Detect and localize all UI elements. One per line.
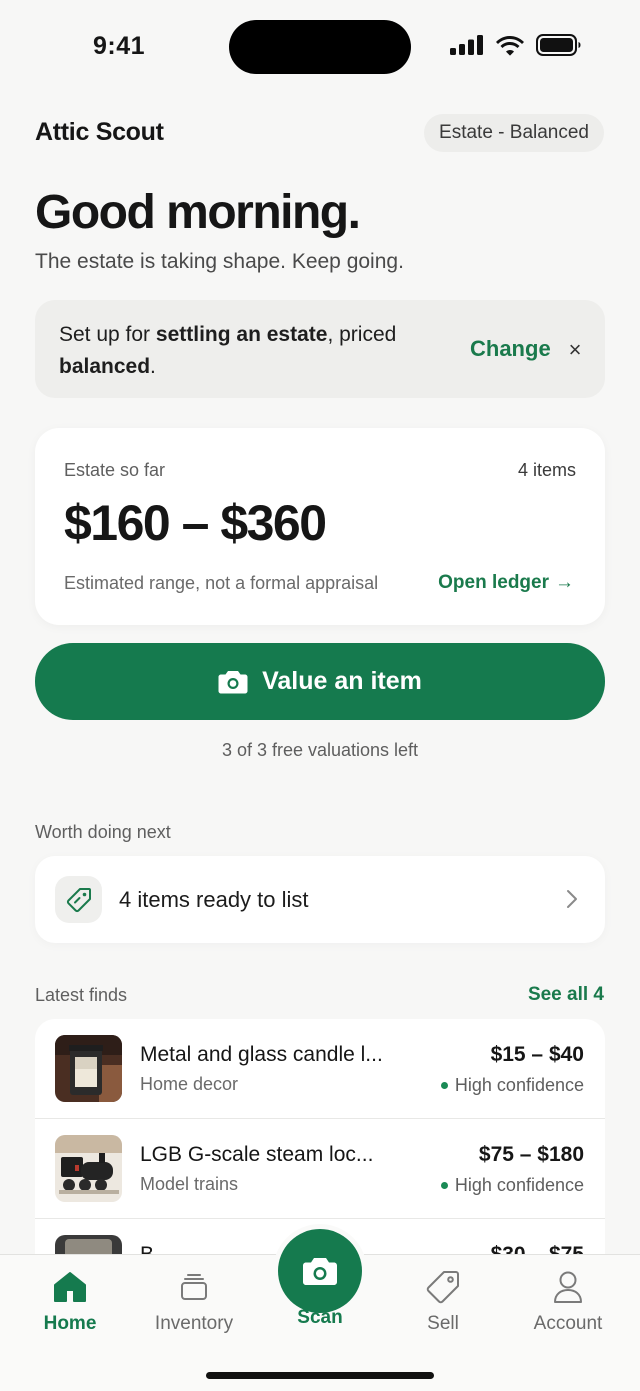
estate-summary-card: Estate so far 4 items $160 – $360 Estima… <box>35 428 605 625</box>
tag-icon <box>55 876 102 923</box>
greeting-subtitle: The estate is taking shape. Keep going. <box>35 250 404 273</box>
item-name: Metal and glass candle l... <box>140 1043 383 1066</box>
tab-inventory[interactable]: Inventory <box>139 1269 249 1335</box>
item-category: Model trains <box>140 1174 239 1194</box>
dynamic-island <box>229 20 411 74</box>
ready-to-list-text: 4 items ready to list <box>119 887 309 912</box>
open-ledger-link[interactable]: Open ledger → <box>438 572 574 594</box>
person-icon <box>513 1269 623 1305</box>
camera-icon <box>303 1258 337 1285</box>
item-confidence: High confidence <box>440 1175 584 1196</box>
list-item[interactable]: Metal and glass candle l... Home decor $… <box>35 1019 605 1119</box>
status-time: 9:41 <box>93 32 146 60</box>
tab-account-label: Account <box>533 1313 603 1334</box>
free-valuations-left: 3 of 3 free valuations left <box>221 740 419 760</box>
value-item-button[interactable]: Value an item <box>35 643 605 720</box>
estate-item-count: 4 items <box>517 460 576 480</box>
arrow-right-icon: → <box>555 572 574 593</box>
setup-text-suffix: . <box>150 355 156 378</box>
close-icon[interactable]: × <box>565 336 585 364</box>
change-setup-button[interactable]: Change <box>470 336 551 362</box>
value-item-label: Value an item <box>262 667 422 695</box>
confidence-dot-icon <box>440 1182 448 1189</box>
battery-icon <box>536 34 581 56</box>
mode-chip[interactable]: Estate - Balanced <box>424 114 604 152</box>
chevron-right-icon <box>567 890 577 908</box>
tab-home-label: Home <box>43 1313 97 1334</box>
worth-doing-next-heading: Worth doing next <box>35 822 171 842</box>
open-ledger-label: Open ledger <box>438 572 549 593</box>
home-icon <box>15 1269 125 1305</box>
ready-to-list-card[interactable]: 4 items ready to list <box>35 856 605 943</box>
tab-inventory-label: Inventory <box>154 1313 234 1334</box>
setup-pricing: balanced <box>59 355 151 378</box>
app-title: Attic Scout <box>35 118 164 146</box>
scan-button[interactable] <box>278 1229 362 1313</box>
confidence-label: High confidence <box>454 1075 584 1095</box>
setup-banner: Set up for settling an estate, priced ba… <box>35 300 605 398</box>
wifi-icon <box>496 35 524 56</box>
tab-home[interactable]: Home <box>15 1269 125 1335</box>
see-all-link[interactable]: See all 4 <box>528 984 604 1006</box>
item-price-range: $15 – $40 <box>490 1043 584 1066</box>
confidence-label: High confidence <box>454 1175 584 1195</box>
setup-purpose: settling an estate <box>155 323 328 346</box>
cellular-signal-icon <box>450 35 483 55</box>
greeting-title: Good morning. <box>35 186 361 239</box>
setup-text: Set up for settling an estate, priced ba… <box>59 319 439 383</box>
tab-scan-label[interactable]: Scan <box>270 1307 370 1329</box>
tab-sell-label: Sell <box>427 1313 459 1334</box>
status-icons <box>450 34 582 56</box>
tag-icon <box>388 1269 498 1305</box>
estate-label: Estate so far <box>64 460 166 480</box>
item-thumbnail <box>55 1035 122 1102</box>
item-price-range: $75 – $180 <box>478 1143 584 1166</box>
inventory-icon <box>139 1269 249 1305</box>
list-item[interactable]: LGB G-scale steam loc... Model trains $7… <box>35 1119 605 1219</box>
home-indicator <box>206 1372 434 1379</box>
tab-account[interactable]: Account <box>513 1269 623 1335</box>
status-bar: 9:41 <box>0 0 640 96</box>
item-thumbnail <box>55 1135 122 1202</box>
estate-disclaimer: Estimated range, not a formal appraisal <box>64 573 379 593</box>
tab-sell[interactable]: Sell <box>388 1269 498 1335</box>
setup-text-middle: , priced <box>327 323 397 346</box>
setup-text-prefix: Set up for <box>59 323 156 346</box>
item-category: Home decor <box>140 1074 239 1094</box>
item-confidence: High confidence <box>440 1075 584 1096</box>
estate-value-range: $160 – $360 <box>64 495 327 551</box>
confidence-dot-icon <box>440 1082 448 1089</box>
item-name: LGB G-scale steam loc... <box>140 1143 374 1166</box>
latest-finds-heading: Latest finds <box>35 985 128 1005</box>
camera-icon <box>218 671 248 694</box>
